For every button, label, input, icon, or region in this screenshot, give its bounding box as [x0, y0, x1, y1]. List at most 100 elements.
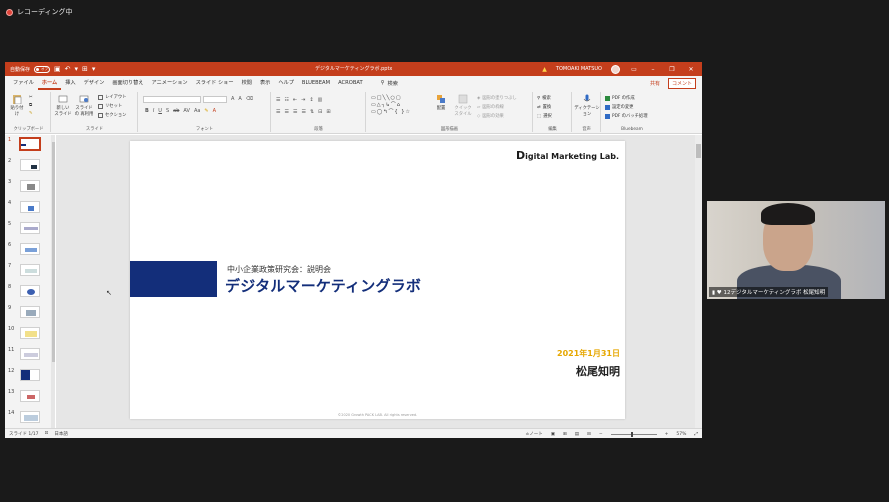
warning-icon[interactable]: ▲ [542, 66, 547, 73]
webcam-tile[interactable]: ▮ ♥ 12デジタルマーケティングラボ 松尾知明 [707, 201, 885, 299]
shapes-gallery[interactable]: ▭□╲╲○▢ ▭△┐↳⌒⌂ ▭◯↰⌒{ }☆ [371, 95, 411, 116]
autosave-toggle[interactable]: オフ [34, 65, 51, 73]
highlight-icon[interactable]: ✎ [204, 108, 208, 114]
shrink-font-icon[interactable]: A [238, 96, 241, 102]
tab-home[interactable]: ホーム [37, 76, 62, 90]
dictate-button[interactable]: ディクテーション [574, 94, 600, 117]
copy-icon[interactable]: ⧉ [29, 103, 32, 108]
tab-insert[interactable]: 挿入 [61, 76, 79, 90]
search-box[interactable]: ⚲ 検索 [381, 80, 398, 87]
clear-formatting-icon[interactable]: ⌫ [246, 96, 253, 102]
decrease-indent-icon[interactable]: ⇤ [293, 97, 297, 103]
slide-date[interactable]: 2021年1月31日 [557, 348, 620, 359]
comment-button[interactable]: コメント [667, 78, 696, 89]
shape-outline-button[interactable]: ▱ 図形の枠線 [477, 104, 504, 111]
font-size-dropdown[interactable] [203, 96, 227, 103]
spellcheck-icon[interactable]: ⊡ [45, 431, 49, 437]
slideshow-view-icon[interactable]: ⊟ [587, 432, 591, 437]
thumbnail-8[interactable]: 8 [5, 282, 55, 302]
thumbnail-12[interactable]: 12 [5, 366, 55, 386]
tab-file[interactable]: ファイル [9, 76, 38, 90]
quick-styles-button[interactable]: クイック スタイル [453, 94, 473, 117]
numbering-icon[interactable]: ☷ [284, 97, 288, 103]
thumbnail-13[interactable]: 13 [5, 387, 55, 407]
batch-pdf-button[interactable]: PDF のバッチ処理 [605, 113, 648, 119]
layout-button[interactable]: レイアウト [98, 94, 126, 100]
select-button[interactable]: ⬚ 選択 [537, 113, 552, 120]
tab-animations[interactable]: アニメーション [147, 76, 191, 90]
restore-button[interactable]: ❐ [667, 66, 677, 73]
bold-icon[interactable]: B [145, 108, 149, 114]
tab-bluebeam[interactable]: BLUEBEAM [298, 76, 334, 90]
thumbnail-2[interactable]: 2 [5, 156, 55, 176]
present-from-start-icon[interactable]: ⊞ [82, 64, 88, 74]
paste-button[interactable]: 貼り付け [9, 94, 25, 117]
thumbnail-3[interactable]: 3 [5, 177, 55, 197]
zoom-in-icon[interactable]: + [665, 432, 669, 437]
save-icon[interactable]: ▣ [54, 64, 61, 74]
grow-font-icon[interactable]: A [231, 96, 234, 102]
columns-icon[interactable]: ▥ [318, 97, 323, 103]
smartart-icon[interactable]: ⊞ [326, 109, 330, 115]
notes-button[interactable]: ≐ノート [525, 431, 542, 437]
presenter-name[interactable]: 松尾知明 [576, 363, 620, 379]
shadow-icon[interactable]: S [166, 108, 169, 114]
tab-slideshow[interactable]: スライド ショー [192, 76, 238, 90]
thumbnail-11[interactable]: 11 [5, 345, 55, 365]
user-name[interactable]: TOMOAKI MATSUO [556, 66, 602, 72]
thumbnail-6[interactable]: 6 [5, 240, 55, 260]
font-name-dropdown[interactable] [143, 96, 201, 103]
align-text-icon[interactable]: ⊟ [318, 109, 322, 115]
replace-button[interactable]: ⇄ 置換 [537, 104, 551, 111]
normal-view-icon[interactable]: ▣ [551, 432, 555, 437]
change-case-icon[interactable]: Aa [194, 108, 200, 114]
minimize-button[interactable]: – [648, 66, 658, 73]
customize-toolbar-icon[interactable]: ▾ [92, 64, 96, 74]
align-right-icon[interactable]: ☰ [293, 109, 297, 115]
thumbnail-1[interactable]: 1 [5, 135, 55, 155]
cut-icon[interactable]: ✂ [29, 95, 33, 100]
share-button[interactable]: 共有 [646, 78, 664, 89]
strikethrough-icon[interactable]: ab [173, 108, 179, 114]
zoom-out-icon[interactable]: − [599, 432, 603, 437]
slide-scrollbar[interactable] [695, 135, 702, 428]
reading-view-icon[interactable]: ▤ [575, 432, 579, 437]
slide-scrollbar-thumb[interactable] [696, 144, 701, 158]
thumbnail-scrollbar-thumb[interactable] [52, 142, 55, 362]
thumbnail-7[interactable]: 7 [5, 261, 55, 281]
section-button[interactable]: セクション [98, 112, 126, 118]
close-button[interactable]: ✕ [686, 66, 696, 73]
thumbnail-9[interactable]: 9 [5, 303, 55, 323]
reset-button[interactable]: リセット [98, 103, 122, 109]
justify-icon[interactable]: ☰ [301, 109, 305, 115]
line-spacing-icon[interactable]: ↕ [309, 97, 313, 103]
bullets-icon[interactable]: ☰ [276, 97, 280, 103]
tab-help[interactable]: ヘルプ [274, 76, 298, 90]
new-slide-button[interactable]: 新しい スライド [54, 94, 72, 117]
thumbnail-14[interactable]: 14 [5, 408, 55, 428]
undo-icon[interactable]: ↶ [65, 64, 71, 74]
text-direction-icon[interactable]: ⇅ [310, 109, 314, 115]
shape-effects-button[interactable]: ◇ 図形の効果 [477, 113, 504, 120]
char-spacing-icon[interactable]: AV [183, 108, 190, 114]
zoom-slider-knob[interactable] [630, 431, 633, 437]
tab-acrobat[interactable]: ACROBAT [334, 76, 367, 90]
find-button[interactable]: ⚲ 検索 [537, 95, 551, 102]
tab-review[interactable]: 校閲 [238, 76, 256, 90]
thumbnail-5[interactable]: 5 [5, 219, 55, 239]
align-center-icon[interactable]: ☰ [284, 109, 288, 115]
redo-dropdown-icon[interactable]: ▾ [75, 64, 79, 74]
zoom-slider[interactable] [610, 431, 657, 437]
font-color-icon[interactable]: A [213, 108, 216, 114]
italic-icon[interactable]: I [153, 108, 154, 114]
slide-title[interactable]: デジタルマーケティングラボ [225, 275, 421, 296]
underline-icon[interactable]: U [158, 108, 162, 114]
shape-fill-button[interactable]: ◈ 図形の塗りつぶし [477, 95, 517, 102]
increase-indent-icon[interactable]: ⇥ [301, 97, 305, 103]
thumbnail-4[interactable]: 4 [5, 198, 55, 218]
zoom-level[interactable]: 57% [676, 432, 686, 437]
slide-sorter-icon[interactable]: ⊞ [563, 432, 567, 437]
current-slide[interactable]: Digital Marketing Lab. 中小企業政策研究会：説明会 デジタ… [130, 141, 625, 419]
language-indicator[interactable]: 日本語 [54, 431, 68, 437]
tab-transitions[interactable]: 画面切り替え [108, 76, 147, 90]
